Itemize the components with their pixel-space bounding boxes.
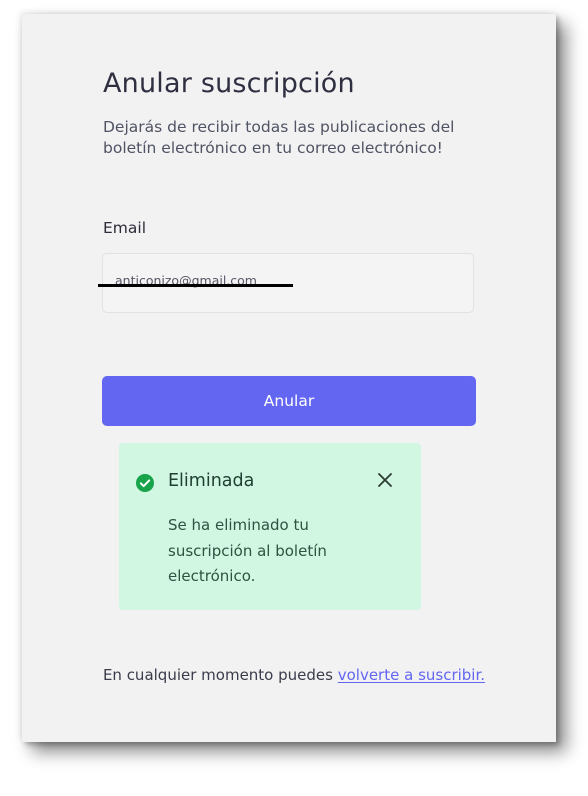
unsubscribe-button[interactable]: Anular bbox=[102, 376, 476, 426]
page-description: Dejarás de recibir todas las publicacion… bbox=[103, 118, 455, 157]
email-label: Email bbox=[103, 219, 147, 237]
email-field[interactable] bbox=[102, 253, 474, 313]
success-toast: Eliminada Se ha eliminado tu suscripción… bbox=[119, 443, 421, 610]
page-title: Anular suscripción bbox=[103, 68, 355, 99]
toast-title: Eliminada bbox=[168, 471, 255, 491]
footer-text: En cualquier momento puedes bbox=[102, 666, 333, 684]
close-icon[interactable] bbox=[375, 470, 395, 490]
toast-message: Se ha eliminado tu suscripción al boletí… bbox=[168, 516, 327, 585]
check-circle-icon bbox=[136, 474, 154, 492]
footer: En cualquier momento puedes volverte a s… bbox=[0, 666, 588, 684]
redaction-bar bbox=[98, 284, 293, 287]
resubscribe-link[interactable]: volverte a suscribir. bbox=[338, 666, 485, 684]
